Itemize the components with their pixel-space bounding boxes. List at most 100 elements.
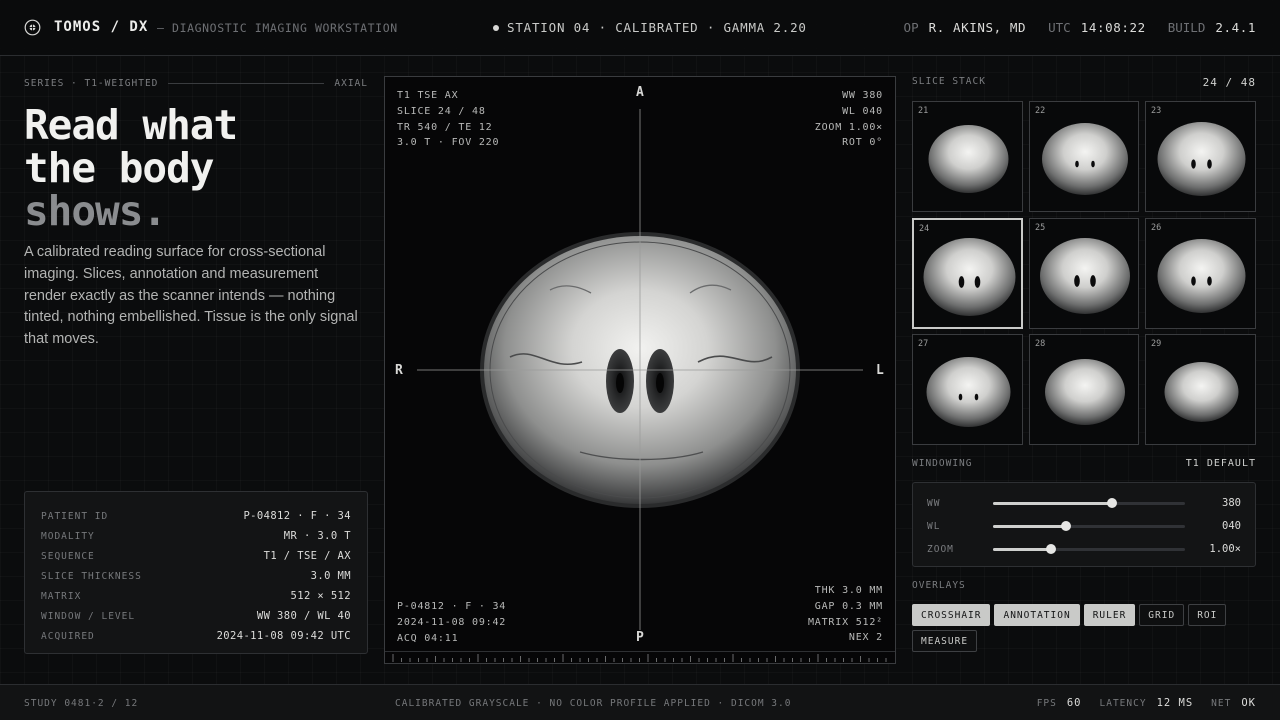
info-row-window-level: WINDOW / LEVEL WW 380 / WL 40 xyxy=(41,610,351,622)
info-row-patient-id: PATIENT ID P-04812 · F · 34 xyxy=(41,510,351,522)
slice-thumbnail[interactable]: 25 xyxy=(1029,218,1139,329)
net-stat: NET OK xyxy=(1211,697,1256,709)
overlay-toggle-roi[interactable]: ROI xyxy=(1188,604,1227,626)
hero-line-3: shows. xyxy=(24,187,167,235)
slice-number: 21 xyxy=(918,106,929,116)
slice-thumbnail[interactable]: 26 xyxy=(1145,218,1256,329)
slice-number: 29 xyxy=(1151,339,1162,349)
slice-number: 22 xyxy=(1035,106,1046,116)
slice-thumbnail[interactable]: 29 xyxy=(1145,334,1256,445)
slice-number: 25 xyxy=(1035,223,1046,233)
slice-thumbnail[interactable]: 22 xyxy=(1029,101,1139,212)
header-meta: OP R. AKINS, MD UTC 14:08:22 BUILD 2.4.1 xyxy=(904,20,1256,35)
slider-label: WW xyxy=(927,498,941,509)
slice-thumbnail-image xyxy=(1157,122,1246,196)
slice-thumbnail-image xyxy=(928,125,1009,193)
slider-track[interactable] xyxy=(993,544,1185,554)
slider-fill xyxy=(993,525,1066,528)
scale-ruler xyxy=(385,651,895,662)
slice-thumbnail-image xyxy=(1164,362,1239,422)
overlay-toggle-crosshair[interactable]: CROSSHAIR xyxy=(912,604,991,626)
windowing-preset[interactable]: T1 DEFAULT xyxy=(1186,458,1256,469)
calibration-note: CALIBRATED GRAYSCALE · NO COLOR PROFILE … xyxy=(395,698,792,709)
slice-thumbnail-image xyxy=(923,238,1016,316)
slider-fill xyxy=(993,502,1113,505)
slice-thumbnail-image xyxy=(926,357,1011,427)
overlay-window-info: WW 380 WL 040 ZOOM 1.00× ROT 0° xyxy=(814,90,883,149)
status-dot-icon xyxy=(493,24,499,31)
overlay-toggle-measure[interactable]: MEASURE xyxy=(912,630,978,652)
station-status: STATION 04 · CALIBRATED · GAMMA 2.20 xyxy=(493,20,807,35)
utc-clock: UTC 14:08:22 xyxy=(1048,20,1146,35)
slice-number: 24 xyxy=(919,224,930,234)
fps-stat: FPS 60 xyxy=(1036,697,1082,709)
hero-line-1: Read what xyxy=(24,101,238,149)
slider-track[interactable] xyxy=(993,521,1185,531)
logo-icon xyxy=(24,19,41,36)
slice-stack-header: SLICE STACK 24 / 48 xyxy=(912,76,1256,89)
windowing-header: WINDOWING T1 DEFAULT xyxy=(912,458,1256,469)
slider-label: ZOOM xyxy=(927,544,954,555)
operator: OP R. AKINS, MD xyxy=(903,20,1027,35)
slider-handle[interactable] xyxy=(1045,544,1056,554)
slice-thumbnail[interactable]: 21 xyxy=(912,101,1023,212)
slice-thumbnail-image xyxy=(1045,359,1125,425)
performance-stats: FPS 60 LATENCY 12 MS NET OK xyxy=(1037,697,1256,709)
slider-track[interactable] xyxy=(993,498,1185,508)
hero-line-2: the body xyxy=(24,144,214,192)
top-bar: TOMOS / DX — DIAGNOSTIC IMAGING WORKSTAT… xyxy=(0,0,1280,56)
slice-thumbnail[interactable]: 27 xyxy=(912,334,1023,445)
slider-fill xyxy=(993,548,1051,551)
slice-stack-count: 24 / 48 xyxy=(1202,76,1256,89)
brand-tagline: — DIAGNOSTIC IMAGING WORKSTATION xyxy=(157,21,398,35)
build-version: BUILD 2.4.1 xyxy=(1167,20,1256,35)
slice-thumbnail[interactable]: 28 xyxy=(1029,334,1139,445)
slider-value: 040 xyxy=(1222,520,1241,532)
brand-name: TOMOS / DX xyxy=(54,19,149,35)
windowing-label: WINDOWING xyxy=(912,458,973,469)
info-row-sequence: SEQUENCE T1 / TSE / AX xyxy=(41,550,351,562)
slice-thumbnail-image xyxy=(1042,123,1128,195)
patient-info-panel: PATIENT ID P-04812 · F · 34 MODALITY MR · … xyxy=(24,491,368,654)
series-label-row: SERIES · T1-WEIGHTED AXIAL xyxy=(24,76,368,90)
orientation-left: L xyxy=(876,363,884,378)
status-bar: STUDY 0481·2 / 12 CALIBRATED GRAYSCALE ·… xyxy=(0,684,1280,720)
slider-value: 1.00× xyxy=(1209,543,1241,555)
overlay-toggle-ruler[interactable]: RULER xyxy=(1083,604,1136,626)
overlay-toggles: CROSSHAIR ANNOTATION RULER GRID ROI MEASURE xyxy=(912,604,1256,652)
overlay-toggle-grid[interactable]: GRID xyxy=(1139,604,1185,626)
slice-number: 28 xyxy=(1035,339,1046,349)
slice-thumbnail[interactable]: 23 xyxy=(1145,101,1256,212)
study-id: STUDY 0481·2 / 12 xyxy=(24,698,139,709)
divider xyxy=(168,82,325,84)
slider-value: 380 xyxy=(1222,497,1241,509)
slice-thumbnail[interactable]: 24 xyxy=(912,218,1023,329)
series-label: SERIES · T1-WEIGHTED xyxy=(24,77,159,89)
image-viewport[interactable]: T1 TSE AX SLICE 24 / 48 TR 540 / TE 12 3… xyxy=(384,76,896,664)
overlays-label: OVERLAYS xyxy=(912,580,966,591)
orientation-right: R xyxy=(395,363,403,378)
slider-label: WL xyxy=(927,521,941,532)
slice-number: 26 xyxy=(1151,223,1162,233)
slice-thumbnail-image xyxy=(1157,239,1246,313)
windowing-panel: WW 380 WL 040 ZOOM 1.00× xyxy=(912,482,1256,567)
station-status-text: STATION 04 · CALIBRATED · GAMMA 2.20 xyxy=(507,20,807,35)
slider-wl: WL 040 xyxy=(927,518,1241,534)
overlay-toggle-annotation[interactable]: ANNOTATION xyxy=(994,604,1080,626)
series-plane: AXIAL xyxy=(334,77,368,89)
mri-slice-image[interactable] xyxy=(385,77,896,664)
info-row-acquired: ACQUIRED 2024-11-08 09:42 UTC xyxy=(41,630,351,642)
slice-stack-label: SLICE STACK xyxy=(912,76,986,87)
slider-handle[interactable] xyxy=(1060,521,1071,531)
info-row-slice-thickness: SLICE THICKNESS 3.0 MM xyxy=(41,570,351,582)
overlay-patient-info: P-04812 · F · 34 2024-11-08 09:42 ACQ 04… xyxy=(397,601,507,644)
slider-zoom: ZOOM 1.00× xyxy=(927,541,1241,557)
slider-handle[interactable] xyxy=(1107,498,1118,508)
overlay-sequence-info: T1 TSE AX SLICE 24 / 48 TR 540 / TE 12 3… xyxy=(397,90,500,149)
overlay-acquisition-info: THK 3.0 MM GAP 0.3 MM MATRIX 512² NEX 2 xyxy=(807,585,883,644)
info-row-modality: MODALITY MR · 3.0 T xyxy=(41,530,351,542)
slice-thumbnail-image xyxy=(1040,238,1130,314)
slice-thumbnail-grid: 21 22 23 24 25 26 27 28 29 xyxy=(912,101,1256,445)
description: A calibrated reading surface for cross-s… xyxy=(24,244,358,348)
info-row-matrix: MATRIX 512 × 512 xyxy=(41,590,351,602)
